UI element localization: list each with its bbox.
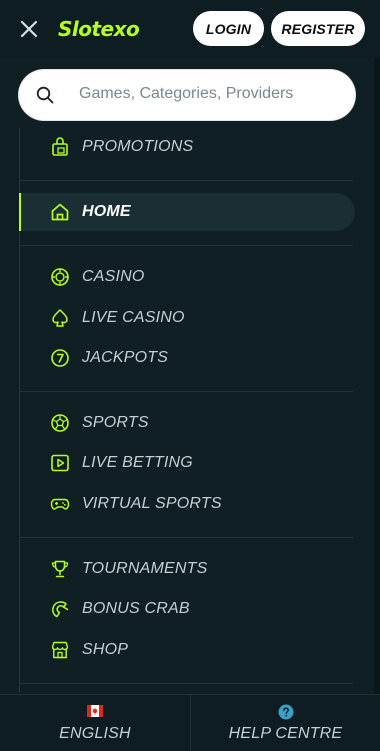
menu-item-home[interactable]: HOME — [19, 193, 355, 231]
gamepad-icon — [50, 498, 70, 510]
register-button[interactable]: REGISTER — [271, 11, 365, 46]
canada-flag-icon — [87, 705, 103, 717]
menu-item-label: LIVE BETTING — [82, 454, 193, 471]
search-icon — [36, 86, 54, 104]
menu-item-casino[interactable]: CASINO — [19, 258, 355, 296]
menu-item-label: SPORTS — [82, 414, 149, 431]
register-button-label: REGISTER — [281, 20, 355, 37]
menu-item-live-betting[interactable]: LIVE BETTING — [19, 444, 355, 482]
login-button[interactable]: LOGIN — [193, 11, 264, 46]
spade-icon — [52, 309, 68, 327]
home-icon — [51, 203, 69, 221]
gift-bag-icon — [52, 137, 68, 156]
menu-divider — [20, 180, 353, 181]
casino-chip-icon — [51, 268, 69, 286]
logo-text: Slotexo — [58, 17, 140, 41]
menu-item-label: VIRTUAL SPORTS — [82, 495, 222, 512]
help-centre-label: HELP CENTRE — [228, 725, 343, 742]
play-screen-icon — [51, 454, 69, 472]
menu-divider — [20, 391, 353, 392]
menu-item-tournaments[interactable]: TOURNAMENTS — [19, 550, 355, 588]
menu-item-label: PROMOTIONS — [82, 138, 194, 155]
top-bar: Slotexo LOGIN REGISTER — [0, 0, 380, 58]
menu-divider — [20, 537, 353, 538]
menu-item-label: BONUS CRAB — [82, 600, 190, 617]
language-label: ENGLISH — [59, 725, 131, 742]
menu-divider — [20, 245, 353, 246]
slotexo-logo[interactable]: Slotexo — [58, 14, 140, 44]
crab-claw-icon — [52, 601, 69, 618]
language-selector[interactable]: ENGLISH — [0, 695, 190, 751]
menu-item-jackpots[interactable]: JACKPOTS — [19, 339, 355, 377]
menu-item-label: JACKPOTS — [82, 349, 169, 366]
menu-item-label: LIVE CASINO — [82, 309, 185, 326]
menu-item-promotions[interactable]: PROMOTIONS — [19, 128, 355, 166]
menu-item-live-casino[interactable]: LIVE CASINO — [19, 299, 355, 337]
soccer-ball-icon — [51, 414, 69, 432]
menu-item-virtual-sports[interactable]: VIRTUAL SPORTS — [19, 485, 355, 523]
menu-item-label: SHOP — [82, 641, 129, 658]
menu-item-label: CASINO — [82, 268, 145, 285]
shop-icon — [51, 641, 69, 659]
search-input[interactable]: Games, Categories, Providers — [19, 70, 355, 120]
help-centre-button[interactable]: HELP CENTRE — [190, 695, 380, 751]
menu-item-shop[interactable]: SHOP — [19, 631, 355, 669]
menu-item-bonus-crab[interactable]: BONUS CRAB — [19, 590, 355, 628]
scrollbar[interactable] — [374, 58, 380, 694]
menu-divider — [20, 683, 353, 684]
menu-item-label: TOURNAMENTS — [82, 560, 208, 577]
menu-item-sports[interactable]: SPORTS — [19, 404, 355, 442]
help-icon — [278, 704, 294, 720]
search-placeholder: Games, Categories, Providers — [79, 85, 294, 102]
menu-item-label: HOME — [82, 203, 131, 220]
close-icon[interactable] — [18, 18, 40, 40]
trophy-icon — [51, 560, 69, 578]
login-button-label: LOGIN — [205, 20, 252, 37]
menu-footer: ENGLISH HELP CENTRE — [0, 694, 380, 751]
seven-icon — [51, 349, 69, 367]
